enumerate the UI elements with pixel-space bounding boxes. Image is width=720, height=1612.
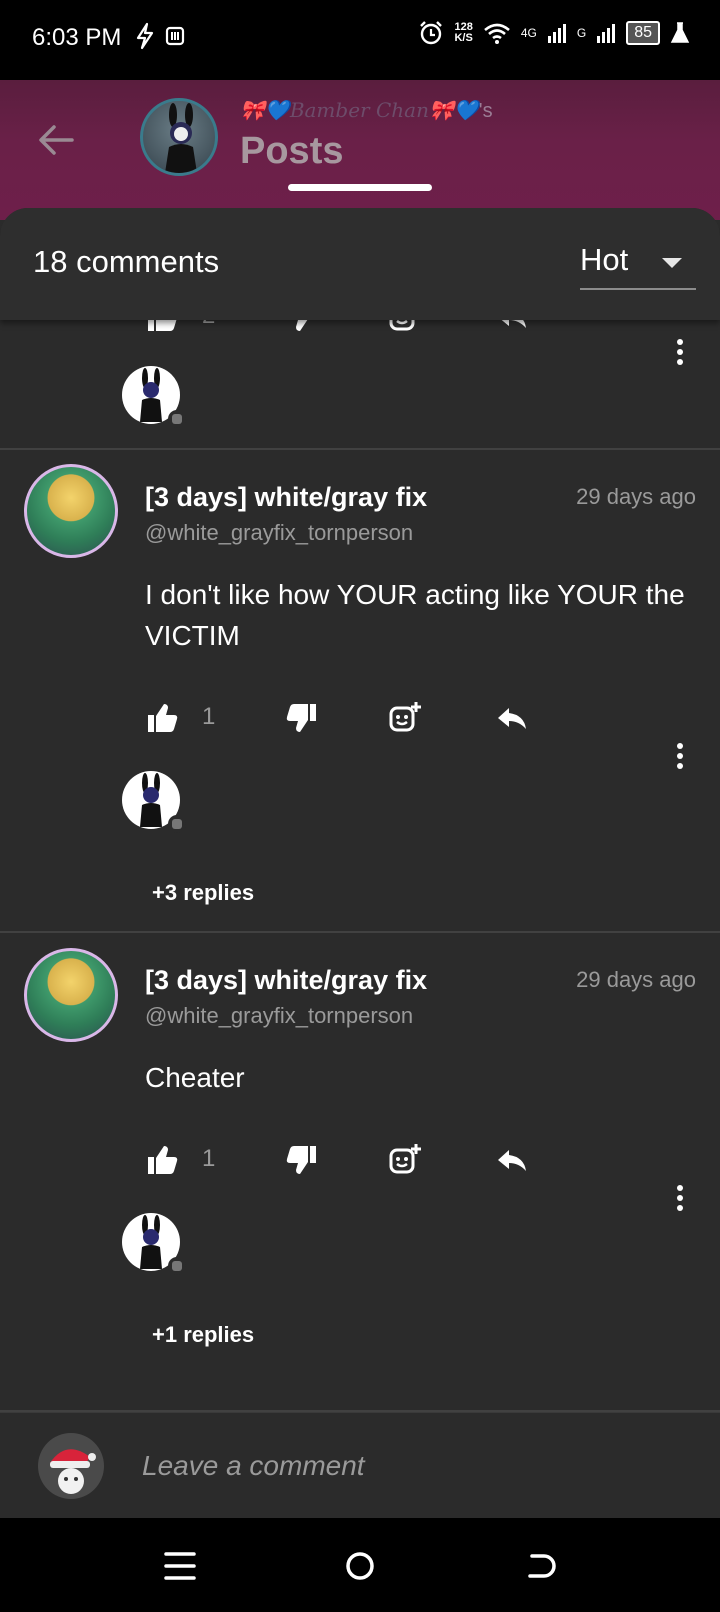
current-user-avatar[interactable] xyxy=(38,1433,104,1499)
battery-indicator: 85 xyxy=(626,21,660,45)
possessive-suffix: 's xyxy=(478,100,493,122)
comment-author[interactable]: [3 days] white/gray fix xyxy=(145,482,427,513)
comment-time: 29 days ago xyxy=(576,967,696,992)
back-arrow-icon[interactable] xyxy=(32,116,80,164)
page-title: Posts xyxy=(240,130,344,172)
thumbs-down-icon[interactable] xyxy=(285,1143,319,1177)
bunny-avatar-art xyxy=(165,103,197,173)
signal-icon xyxy=(547,24,566,43)
like-count: 1 xyxy=(202,703,216,730)
alarm-icon xyxy=(420,21,443,45)
sort-dropdown[interactable]: Hot xyxy=(580,238,696,290)
ribbon-emoji-icon-2: 🎀 xyxy=(428,100,454,122)
add-reaction-icon[interactable] xyxy=(388,701,422,735)
signal-icon-2 xyxy=(597,24,616,43)
home-circle-icon[interactable] xyxy=(338,1544,382,1588)
thumbs-down-icon[interactable] xyxy=(285,701,319,735)
comments-count: 18 comments xyxy=(33,244,220,279)
profile-avatar[interactable] xyxy=(140,98,218,176)
sheet-drag-handle[interactable] xyxy=(288,184,432,191)
status-bar: 6:03 PM 128 K/S 4G G 85 xyxy=(0,0,720,80)
comment-composer xyxy=(0,1412,720,1519)
profile-owner-line: 🎀💙Bamber Chan🎀💙's xyxy=(240,98,493,123)
comment-body: I don't like how YOUR acting like YOUR t… xyxy=(145,579,685,651)
comment-divider xyxy=(0,448,720,450)
comment-divider xyxy=(0,931,720,933)
heart-badge-icon xyxy=(168,410,186,428)
lab-flask-icon xyxy=(670,22,690,43)
wifi-icon xyxy=(484,23,510,44)
blue-heart-icon: 💙 xyxy=(264,100,290,122)
comment-input[interactable] xyxy=(140,1435,684,1497)
comment-time: 29 days ago xyxy=(576,484,696,509)
system-nav-bar xyxy=(0,1518,720,1612)
blue-heart-icon-2: 💙 xyxy=(453,100,479,122)
nfc-icon xyxy=(165,26,185,46)
status-time: 6:03 PM xyxy=(32,24,122,51)
sort-value: Hot xyxy=(580,242,629,277)
reaction-badge-icon xyxy=(168,815,186,833)
comments-sheet: 18 comments Hot 2 [3 days] white/gray fi… xyxy=(0,208,720,1418)
comment-author[interactable]: [3 days] white/gray fix xyxy=(145,965,427,996)
reply-icon[interactable] xyxy=(495,1143,529,1177)
flash-icon xyxy=(136,22,154,50)
back-nav-icon[interactable] xyxy=(518,1544,562,1588)
ribbon-emoji-icon: 🎀 xyxy=(240,100,265,122)
more-vertical-icon[interactable] xyxy=(668,332,692,372)
more-vertical-icon[interactable] xyxy=(668,1178,692,1218)
reaction-badge-icon xyxy=(168,1257,186,1275)
reply-icon[interactable] xyxy=(495,701,529,735)
comment-body: Cheater xyxy=(145,1062,245,1093)
network-g-label: G xyxy=(576,26,587,40)
menu-icon[interactable] xyxy=(158,1544,202,1588)
like-count: 1 xyxy=(202,1145,216,1172)
commenter-avatar[interactable] xyxy=(24,464,118,558)
comment-handle[interactable]: @white_grayfix_tornperson xyxy=(145,1003,413,1029)
thumbs-up-icon[interactable] xyxy=(145,1143,179,1177)
view-replies-link[interactable]: +3 replies xyxy=(152,880,254,906)
chevron-down-icon xyxy=(662,258,682,268)
comment-handle[interactable]: @white_grayfix_tornperson xyxy=(145,520,413,546)
profile-owner-name: Bamber Chan xyxy=(289,98,429,122)
profile-header: 🎀💙Bamber Chan🎀💙's Posts xyxy=(0,80,720,220)
view-replies-link[interactable]: +1 replies xyxy=(152,1322,254,1348)
commenter-avatar[interactable] xyxy=(24,948,118,1042)
thumbs-up-icon[interactable] xyxy=(145,701,179,735)
network-4g-label: 4G xyxy=(520,26,537,40)
more-vertical-icon[interactable] xyxy=(668,736,692,776)
comments-header: 18 comments Hot xyxy=(0,208,720,320)
net-speed: 128 K/S xyxy=(454,21,473,44)
add-reaction-icon[interactable] xyxy=(388,1143,422,1177)
santa-hat-avatar-art xyxy=(50,1449,96,1494)
